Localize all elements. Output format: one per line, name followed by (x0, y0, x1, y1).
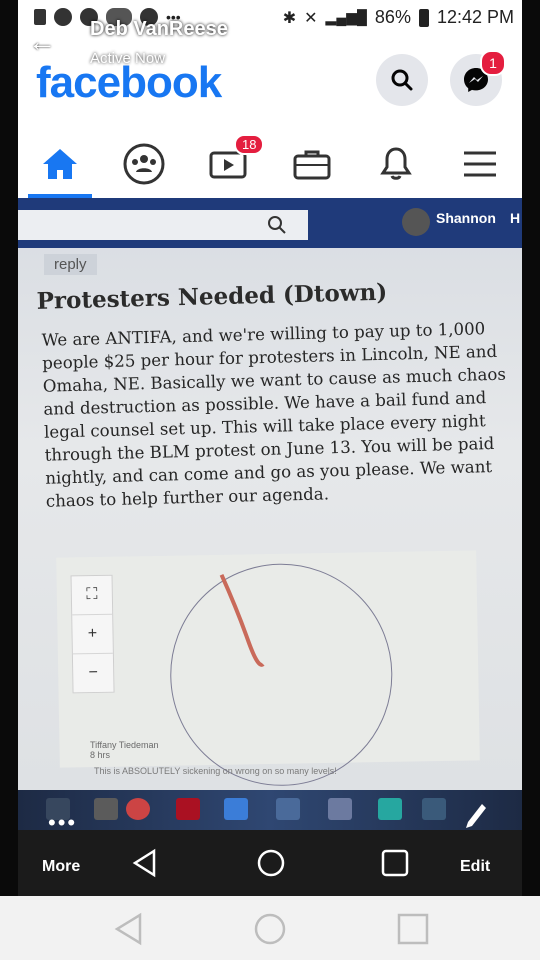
left-bezel (0, 0, 18, 900)
clock: 12:42 PM (436, 7, 514, 27)
search-button[interactable] (376, 54, 428, 106)
chrome-icon (126, 798, 150, 820)
bluetooth-icon: ✱ (282, 9, 297, 27)
briefcase-icon (293, 150, 331, 180)
windows-icon (224, 798, 248, 820)
tab-groups[interactable] (102, 134, 186, 194)
system-nav-bar (0, 896, 540, 960)
edit-button[interactable]: Edit (460, 858, 490, 876)
taskbar-app-icon (328, 798, 352, 820)
skype-icon (378, 798, 402, 820)
nav-tabs: 18 (18, 134, 522, 198)
facebook-icon (54, 8, 72, 26)
tab-notifications[interactable] (354, 134, 438, 194)
back-triangle-icon[interactable] (130, 848, 160, 878)
messenger-badge: 1 (480, 50, 506, 76)
mute-icon: ✕ (304, 9, 318, 27)
photo-commenter-time: 8 hrs (90, 750, 111, 760)
photo-search-bar (18, 210, 308, 240)
tab-home[interactable] (18, 134, 102, 198)
home-circle-icon[interactable] (256, 848, 286, 878)
photo-avatar (402, 208, 430, 236)
signal-icon: ▂▄▆█ (325, 9, 367, 25)
recents-square-icon[interactable] (380, 848, 410, 878)
photo-post-body: We are ANTIFA, and we're willing to pay … (41, 319, 507, 511)
taskbar-app-icon (94, 798, 118, 820)
map-route-line (219, 573, 265, 667)
screen: ••• ✱ ✕ ▂▄▆█ 86% 12:42 PM facebook 1 18 … (0, 0, 540, 960)
pencil-icon[interactable] (464, 802, 488, 832)
watch-badge: 18 (234, 134, 265, 155)
tab-marketplace[interactable] (270, 134, 354, 194)
hamburger-menu-icon (464, 151, 496, 177)
story-active-status: Active Now (90, 50, 166, 67)
story-photo: Shannon H reply Protesters Needed (Dtown… (18, 198, 522, 830)
taskbar-app-icon (422, 798, 446, 820)
back-arrow-icon[interactable]: ← (28, 26, 56, 58)
nav-back-icon[interactable] (112, 912, 146, 946)
more-button[interactable]: More (42, 858, 80, 876)
battery-icon (418, 8, 429, 27)
photo-commenter: Tiffany Tiedeman 8 hrs (90, 740, 159, 760)
photo-user-truncated: H (510, 210, 521, 226)
photo-reply-label: reply (44, 254, 97, 275)
story-controls: ••• More Edit (18, 804, 522, 896)
story-options-icon[interactable]: ••• (48, 810, 77, 836)
photo-map: ⛶ + − (56, 550, 480, 788)
tab-watch[interactable]: 18 (186, 134, 270, 194)
bell-icon (380, 147, 412, 180)
nav-recents-icon[interactable] (396, 912, 430, 946)
home-icon (43, 149, 77, 179)
search-icon (391, 69, 413, 91)
tab-menu[interactable] (438, 134, 522, 194)
photo-search-icon (268, 216, 286, 234)
photo-taskbar (18, 790, 522, 830)
photo-comment: This is ABSOLUTELY sickening on wrong on… (94, 766, 337, 776)
nav-home-icon[interactable] (253, 912, 287, 946)
messenger-button[interactable]: 1 (450, 50, 506, 106)
right-bezel (522, 0, 540, 900)
photo-post-title: Protesters Needed (Dtown) (36, 278, 388, 315)
acrobat-icon (176, 798, 200, 820)
taskbar-app-icon (276, 798, 300, 820)
photo-browser-bar: Shannon H (18, 198, 522, 248)
story-user-name[interactable]: Deb VanReese (90, 18, 228, 41)
groups-icon (123, 143, 165, 185)
photo-commenter-name: Tiffany Tiedeman (90, 740, 159, 750)
tiktok-icon (34, 9, 46, 25)
photo-user-name: Shannon (436, 210, 496, 226)
battery-percent: 86% (374, 7, 411, 27)
